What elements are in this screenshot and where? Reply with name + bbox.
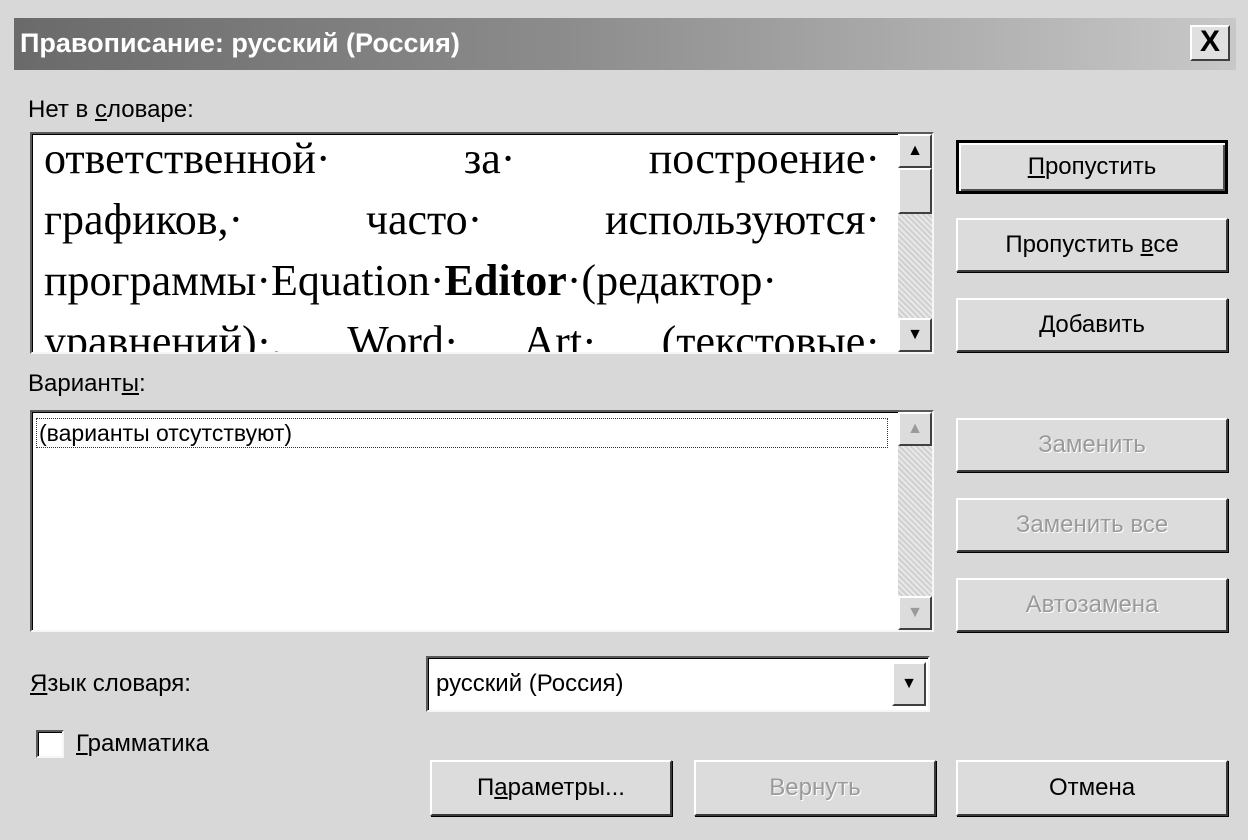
scroll-down-button[interactable]: ▼ bbox=[898, 318, 932, 352]
text-line: уравнений)·, Word· Art· (текстовые· bbox=[44, 317, 880, 354]
scroll-up-button[interactable]: ▲ bbox=[898, 134, 932, 168]
chevron-down-icon: ▼ bbox=[901, 675, 917, 692]
list-item[interactable]: (варианты отсутствуют) bbox=[36, 418, 888, 448]
arrow-down-icon: ▼ bbox=[907, 604, 923, 621]
suggestions-list[interactable]: (варианты отсутствуют) ▲ ▼ bbox=[30, 410, 934, 632]
title-bar: Правописание: русский (Россия) X bbox=[14, 18, 1236, 70]
suggestions-scrollbar: ▲ ▼ bbox=[898, 412, 932, 630]
window-title: Правописание: русский (Россия) bbox=[20, 28, 460, 58]
arrow-up-icon: ▲ bbox=[907, 142, 923, 159]
arrow-down-icon: ▼ bbox=[907, 326, 923, 343]
close-icon: X bbox=[1199, 25, 1220, 58]
ignore-button[interactable]: Пропустить bbox=[956, 140, 1228, 194]
undo-button: Вернуть bbox=[694, 760, 936, 816]
change-button: Заменить bbox=[956, 418, 1228, 472]
add-button[interactable]: Добавить bbox=[956, 298, 1228, 352]
text-line: графиков,· часто· используются· bbox=[44, 195, 880, 244]
scroll-thumb[interactable] bbox=[898, 168, 932, 214]
dropdown-button[interactable]: ▼ bbox=[892, 662, 926, 706]
autocorrect-button: Автозамена bbox=[956, 578, 1228, 632]
grammar-label[interactable]: Грамматика bbox=[76, 730, 209, 758]
text-line: ответственной· за· построение· bbox=[44, 134, 880, 183]
close-button[interactable]: X bbox=[1190, 25, 1230, 61]
sentence-text[interactable]: ответственной· за· построение· графиков,· ч… bbox=[44, 134, 880, 354]
grammar-checkbox[interactable] bbox=[36, 730, 64, 758]
misspelled-word: Editor bbox=[444, 256, 567, 305]
dictionary-language-label: Язык словаря: bbox=[30, 670, 191, 697]
suggestions-label: Варианты: bbox=[28, 370, 146, 397]
scroll-up-button-disabled: ▲ bbox=[898, 412, 932, 446]
not-in-dictionary-label: Нет в словаре: bbox=[28, 96, 194, 123]
cancel-button[interactable]: Отмена bbox=[956, 760, 1228, 816]
dictionary-language-value: русский (Россия) bbox=[436, 670, 624, 697]
scroll-down-button-disabled: ▼ bbox=[898, 596, 932, 630]
change-all-button: Заменить все bbox=[956, 498, 1228, 552]
options-button[interactable]: Па раметры... bbox=[430, 760, 672, 816]
text-line: программы·Equation· Editor ·(редактор· bbox=[44, 250, 880, 311]
not-in-dictionary-box[interactable]: ответственной· за· построение· графиков,· ч… bbox=[30, 132, 934, 354]
spelling-dialog: Правописание: русский (Россия) X Нет в с… bbox=[0, 0, 1248, 840]
dictionary-language-select[interactable]: русский (Россия) ▼ bbox=[426, 656, 930, 712]
text-scrollbar[interactable]: ▲ ▼ bbox=[898, 134, 932, 352]
arrow-up-icon: ▲ bbox=[907, 420, 923, 437]
ignore-all-button[interactable]: Пропустить в се bbox=[956, 218, 1228, 272]
